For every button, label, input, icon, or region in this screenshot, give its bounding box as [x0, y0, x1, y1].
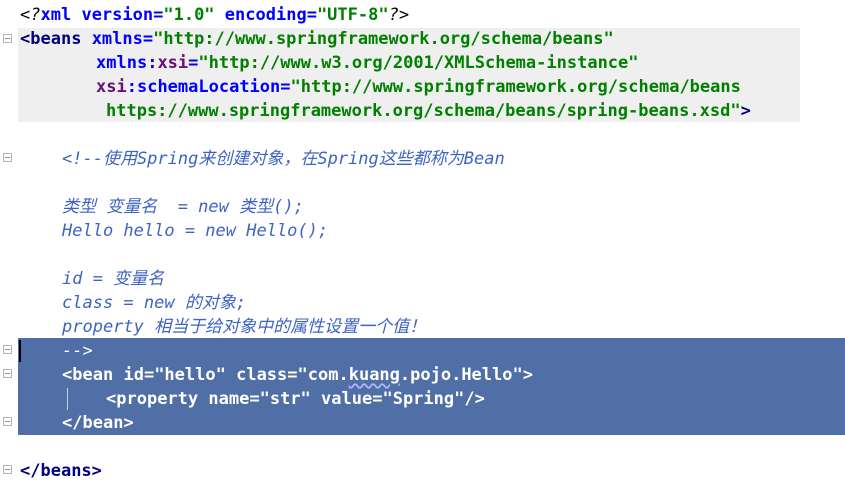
attribute-value: "http://www.springframework.org/schema/b…	[153, 29, 614, 49]
comment-line[interactable]: Hello hello = new Hello();	[62, 219, 328, 243]
tag-open: <	[20, 29, 31, 49]
tag-open: <	[106, 389, 117, 409]
equals: =	[287, 365, 298, 385]
pi-close: ?>	[388, 5, 410, 25]
comment-line[interactable]: class = new 的对象;	[62, 291, 246, 315]
pi-open: <?	[20, 5, 41, 25]
code-line[interactable]: <bean id="hello" class="com.kuang.pojo.H…	[62, 363, 533, 387]
pi-name: xml	[40, 5, 72, 25]
attribute-name: version	[81, 5, 154, 25]
namespace-name: xsi	[157, 53, 189, 73]
equals: =	[306, 5, 317, 25]
fold-toggle-icon[interactable]	[3, 153, 12, 162]
equals: =	[143, 365, 155, 385]
code-line[interactable]: https://www.springframework.org/schema/b…	[106, 99, 751, 123]
fold-toggle-icon[interactable]	[3, 465, 12, 474]
namespace-prefix: xsi	[96, 77, 127, 97]
code-editor[interactable]: <?xml version="1.0" encoding="UTF-8"?> <…	[0, 0, 845, 488]
comment-line[interactable]: id = 变量名	[62, 267, 164, 291]
tag-name: property	[116, 389, 199, 409]
tag-name: beans	[30, 29, 82, 49]
fold-toggle-icon[interactable]	[3, 369, 12, 378]
attribute-name: value	[321, 389, 373, 409]
colon: :	[147, 53, 158, 73]
comment-line[interactable]: -->	[62, 339, 93, 363]
equals: =	[188, 53, 199, 73]
attribute-value: "com.	[297, 365, 349, 385]
fold-toggle-icon[interactable]	[3, 417, 12, 426]
equals: =	[153, 5, 164, 25]
attribute-value: "Spring"	[382, 389, 465, 409]
equals: =	[372, 389, 383, 409]
comment-line[interactable]: property 相当于给对象中的属性设置一个值！	[62, 315, 426, 339]
text-cursor	[19, 340, 21, 362]
attribute-value: "1.0"	[163, 5, 215, 25]
equals: =	[142, 29, 154, 49]
tag-open: </	[62, 413, 83, 433]
colon: :	[126, 77, 137, 97]
tag-close: >	[522, 365, 533, 385]
attribute-value: "UTF-8"	[316, 5, 389, 25]
tag-open: <	[62, 365, 73, 385]
tag-name: bean	[72, 365, 114, 385]
code-line[interactable]: <property name="str" value="Spring"/>	[106, 387, 485, 411]
code-line[interactable]: xsi:schemaLocation="http://www.springfra…	[96, 75, 741, 99]
comment-line[interactable]: <!--使用Spring来创建对象，在Spring这些都称为Bean	[62, 147, 505, 171]
attribute-prefix: xmlns	[96, 53, 148, 73]
tag-close: >	[740, 101, 751, 121]
tag-close: >	[123, 413, 134, 433]
attribute-name: name	[208, 389, 250, 409]
attribute-value: "http://www.springframework.org/schema/b…	[290, 77, 741, 97]
editor-gutter	[0, 0, 18, 488]
attribute-value: "http://www.w3.org/2001/XMLSchema-instan…	[198, 53, 639, 73]
comment-line[interactable]: 类型 变量名 = new 类型();	[62, 195, 304, 219]
fold-toggle-icon[interactable]	[3, 34, 12, 43]
attribute-name: id	[123, 365, 144, 385]
comment-close: -->	[62, 341, 93, 361]
code-line[interactable]: <beans xmlns="http://www.springframework…	[20, 27, 614, 51]
code-line[interactable]: </bean>	[62, 411, 134, 435]
attribute-value: .pojo.Hello"	[399, 365, 523, 385]
attribute-value: "hello"	[154, 365, 226, 385]
attribute-value: https://www.springframework.org/schema/b…	[106, 101, 741, 121]
code-line[interactable]: </beans>	[20, 459, 102, 483]
code-line[interactable]: xmlns:xsi="http://www.w3.org/2001/XMLSch…	[96, 51, 639, 75]
tag-open: </	[20, 461, 41, 481]
indent-guide	[67, 388, 68, 410]
equals: =	[280, 77, 291, 97]
equals: =	[249, 389, 260, 409]
attribute-name: encoding	[224, 5, 307, 25]
spellcheck-word: kuang	[348, 365, 400, 385]
tag-name: beans	[40, 461, 92, 481]
attribute-value: "str"	[259, 389, 311, 409]
fold-toggle-icon[interactable]	[3, 345, 12, 354]
tag-name: bean	[82, 413, 124, 433]
tag-close: >	[91, 461, 102, 481]
code-line[interactable]: <?xml version="1.0" encoding="UTF-8"?>	[20, 3, 409, 27]
attribute-name: xmlns	[91, 29, 143, 49]
attribute-name: class	[236, 365, 288, 385]
tag-close: />	[464, 389, 485, 409]
attribute-name: schemaLocation	[136, 77, 281, 97]
